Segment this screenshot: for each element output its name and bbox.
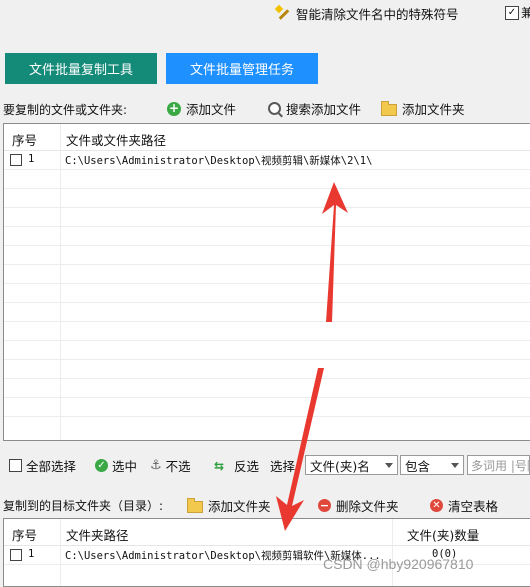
clear-table-button[interactable]: ✕ 清空表格 bbox=[430, 496, 498, 515]
deselect-button[interactable]: ⚓ 不选 bbox=[150, 456, 191, 475]
row-path: C:\Users\Administrator\Desktop\视频剪辑\新媒体\… bbox=[65, 155, 373, 167]
tab-file-batch-copy[interactable]: 文件批量复制工具 bbox=[5, 53, 157, 84]
clear-table-label: 清空表格 bbox=[448, 499, 499, 514]
target-add-folder-label: 添加文件夹 bbox=[208, 499, 271, 514]
clean-special-chars-label: 智能清除文件名中的特殊符号 bbox=[296, 6, 459, 22]
table-row[interactable]: 1 C:\Users\Administrator\Desktop\视频剪辑\新媒… bbox=[4, 151, 530, 169]
search-add-file-label: 搜索添加文件 bbox=[286, 102, 362, 117]
add-folder-button[interactable]: 添加文件夹 bbox=[381, 99, 465, 118]
clean-special-chars-button[interactable]: 智能清除文件名中的特殊符号 bbox=[276, 3, 459, 23]
column-header-count: 文件(夹)数量 bbox=[407, 528, 480, 543]
invert-selection-button[interactable]: ⇆ 反选 bbox=[214, 456, 259, 475]
magic-wand-icon bbox=[276, 6, 290, 20]
delete-folder-button[interactable]: − 删除文件夹 bbox=[318, 496, 399, 515]
target-section-label: 复制到的目标文件夹（目录）: bbox=[3, 499, 164, 513]
watermark-text: CSDN @hby920967810 bbox=[323, 556, 474, 572]
column-header-index: 序号 bbox=[12, 133, 38, 148]
delete-folder-label: 删除文件夹 bbox=[336, 499, 399, 514]
chevron-down-icon bbox=[451, 463, 459, 468]
deselect-label: 不选 bbox=[165, 459, 191, 474]
target-toolbar: 复制到的目标文件夹（目录）: 添加文件夹 − 删除文件夹 ✕ 清空表格 bbox=[0, 494, 530, 516]
field-dropdown[interactable]: 文件(夹)名 bbox=[305, 455, 398, 475]
invert-label: 反选 bbox=[234, 459, 260, 474]
check-circle-icon: ✓ bbox=[95, 459, 108, 472]
target-table-header: 序号 文件夹路径 文件(夹)数量 bbox=[4, 519, 530, 546]
add-file-button[interactable]: + 添加文件 bbox=[167, 99, 236, 118]
row-checkbox[interactable] bbox=[10, 549, 22, 561]
source-file-table[interactable]: 序号 文件或文件夹路径 1 C:\Users\Administrator\Des… bbox=[3, 123, 530, 441]
add-file-label: 添加文件 bbox=[186, 102, 237, 117]
select-label: 选中 bbox=[112, 459, 138, 474]
close-icon: ✕ bbox=[430, 499, 443, 512]
choose-label: 选择 bbox=[270, 459, 296, 474]
minus-circle-icon: − bbox=[318, 499, 331, 512]
column-header-index: 序号 bbox=[12, 528, 38, 543]
checkbox-box bbox=[9, 459, 22, 472]
chevron-down-icon bbox=[385, 463, 393, 468]
select-all-checkbox[interactable]: 全部选择 bbox=[9, 456, 76, 475]
keyword-input[interactable]: 多词用 |号隔 bbox=[467, 455, 530, 475]
folder-icon bbox=[381, 100, 397, 116]
source-section-label: 要复制的文件或文件夹: bbox=[3, 103, 128, 117]
match-dropdown[interactable]: 包含 bbox=[400, 455, 464, 475]
top-option-label: 兼 bbox=[521, 6, 530, 20]
field-dropdown-value: 文件(夹)名 bbox=[310, 458, 370, 474]
source-table-header: 序号 文件或文件夹路径 bbox=[4, 124, 530, 151]
row-index: 1 bbox=[28, 153, 35, 165]
swap-icon: ⇆ bbox=[214, 458, 225, 473]
search-add-file-button[interactable]: 搜索添加文件 bbox=[268, 99, 361, 118]
selection-toolbar: 全部选择 ✓ 选中 ⚓ 不选 ⇆ 反选 选择 文件(夹)名 包含 多词用 |号隔 bbox=[3, 452, 530, 478]
top-option-checkbox[interactable]: ✓ bbox=[505, 6, 519, 20]
folder-icon bbox=[187, 497, 203, 513]
row-checkbox[interactable] bbox=[10, 154, 22, 166]
anchor-icon: ⚓ bbox=[150, 458, 162, 473]
column-header-folder-path: 文件夹路径 bbox=[66, 528, 129, 543]
search-icon bbox=[268, 102, 281, 115]
match-dropdown-value: 包含 bbox=[405, 458, 431, 474]
source-toolbar: 要复制的文件或文件夹: + 添加文件 搜索添加文件 添加文件夹 bbox=[0, 98, 530, 118]
target-folder-table[interactable]: 序号 文件夹路径 文件(夹)数量 1 C:\Users\Administrato… bbox=[3, 518, 530, 587]
column-header-path: 文件或文件夹路径 bbox=[66, 133, 167, 148]
add-folder-label: 添加文件夹 bbox=[402, 102, 465, 117]
add-icon: + bbox=[167, 100, 181, 116]
select-all-label: 全部选择 bbox=[26, 459, 77, 474]
keyword-placeholder: 多词用 |号隔 bbox=[471, 458, 529, 473]
target-add-folder-button[interactable]: 添加文件夹 bbox=[187, 496, 271, 515]
tab-file-batch-manage[interactable]: 文件批量管理任务 bbox=[166, 53, 318, 84]
select-button[interactable]: ✓ 选中 bbox=[95, 456, 137, 475]
row-index: 1 bbox=[28, 548, 35, 560]
